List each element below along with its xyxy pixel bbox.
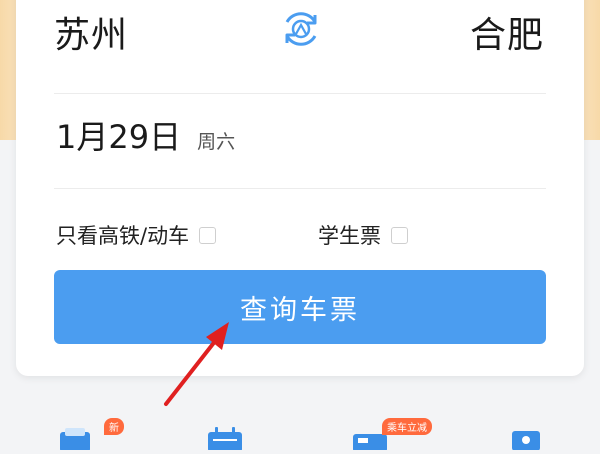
bottom-nav-item-1[interactable] (56, 420, 96, 452)
departure-weekday: 周六 (197, 131, 236, 153)
departure-date: 1月29日 (56, 118, 182, 156)
highspeed-only-label: 只看高铁/动车 (56, 224, 190, 248)
search-tickets-button[interactable]: 查询车票 (54, 270, 546, 344)
ticket-book-icon (60, 428, 90, 452)
divider (54, 93, 546, 94)
student-ticket-option[interactable]: 学生票 (318, 220, 408, 250)
promo-badge: 乘车立减 (382, 418, 432, 435)
highspeed-only-checkbox[interactable] (199, 226, 217, 244)
bottom-nav-item-4[interactable] (506, 420, 546, 451)
bottom-nav-item-2[interactable] (205, 420, 245, 452)
swap-stations-icon[interactable] (278, 6, 324, 52)
ticket-search-card: 苏州 合肥 1月29日 周六 只看高铁/动车 学生票 查询车票 (16, 0, 584, 376)
student-ticket-label: 学生票 (318, 224, 381, 248)
departure-city[interactable]: 苏州 (54, 6, 128, 58)
new-badge: 新 (104, 418, 124, 435)
service-icon (512, 431, 540, 451)
date-selector[interactable]: 1月29日 周六 (56, 112, 235, 158)
calendar-icon (208, 427, 242, 452)
arrival-city[interactable]: 合肥 (470, 6, 544, 58)
student-ticket-checkbox[interactable] (391, 226, 408, 244)
divider (54, 188, 546, 189)
highspeed-only-option[interactable]: 只看高铁/动车 (56, 220, 217, 250)
